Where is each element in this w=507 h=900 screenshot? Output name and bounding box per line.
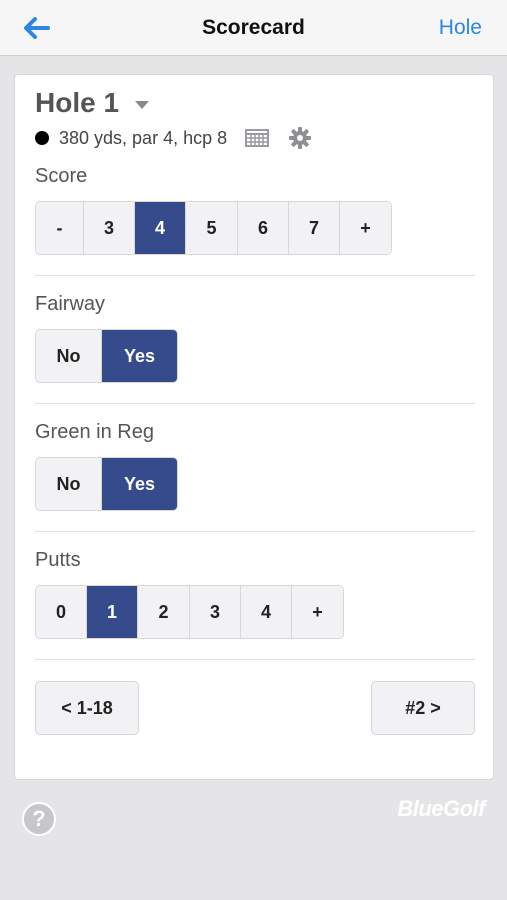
score-option[interactable]: 3 — [84, 202, 135, 254]
scorecard-card: Hole 1 380 yds, par 4, hcp 8 Score - 3 4… — [14, 74, 494, 780]
score-label: Score — [35, 165, 88, 187]
caret-down-icon — [135, 101, 150, 109]
question-icon: ? — [32, 806, 46, 831]
putts-label: Putts — [35, 549, 81, 571]
prev-holes-button[interactable]: < 1-18 — [35, 681, 139, 735]
hole-title: Hole 1 — [35, 87, 120, 118]
hole-info: 380 yds, par 4, hcp 8 — [35, 127, 312, 149]
divider — [35, 403, 475, 404]
gir-option[interactable]: No — [36, 458, 102, 510]
putts-option[interactable]: 4 — [241, 586, 292, 638]
next-hole-button[interactable]: #2 > — [371, 681, 475, 735]
divider — [35, 659, 475, 660]
tee-dot-icon — [35, 131, 49, 145]
nav-bar: Scorecard Hole — [0, 0, 507, 56]
putts-selector: 0 1 2 3 4 + — [35, 585, 344, 639]
score-option-selected[interactable]: 4 — [135, 202, 186, 254]
putts-option-selected[interactable]: 1 — [87, 586, 138, 638]
putts-option[interactable]: 3 — [190, 586, 241, 638]
gir-selector: No Yes — [35, 457, 178, 511]
score-option[interactable]: 6 — [238, 202, 289, 254]
score-selector: - 3 4 5 6 7 + — [35, 201, 392, 255]
score-option[interactable]: + — [340, 202, 391, 254]
gir-label: Green in Reg — [35, 421, 154, 443]
hole-nav-button[interactable]: Hole — [439, 16, 482, 40]
divider — [35, 531, 475, 532]
bluegolf-logo: BlueGolf — [397, 796, 485, 821]
calendar-icon[interactable] — [245, 129, 270, 147]
hole-selector[interactable]: Hole 1 — [35, 87, 150, 119]
fairway-selector: No Yes — [35, 329, 178, 383]
score-option[interactable]: 7 — [289, 202, 340, 254]
putts-option[interactable]: 2 — [138, 586, 190, 638]
hole-info-text: 380 yds, par 4, hcp 8 — [59, 127, 228, 148]
score-option[interactable]: - — [36, 202, 84, 254]
gear-icon[interactable] — [289, 127, 312, 149]
divider — [35, 275, 475, 276]
fairway-label: Fairway — [35, 293, 106, 315]
fairway-option[interactable]: No — [36, 330, 102, 382]
page-title: Scorecard — [202, 16, 305, 39]
score-option[interactable]: 5 — [186, 202, 238, 254]
putts-option[interactable]: 0 — [36, 586, 87, 638]
help-button[interactable]: ? — [22, 802, 56, 836]
fairway-option-selected[interactable]: Yes — [102, 330, 177, 382]
gir-option-selected[interactable]: Yes — [102, 458, 177, 510]
putts-option[interactable]: + — [292, 586, 343, 638]
